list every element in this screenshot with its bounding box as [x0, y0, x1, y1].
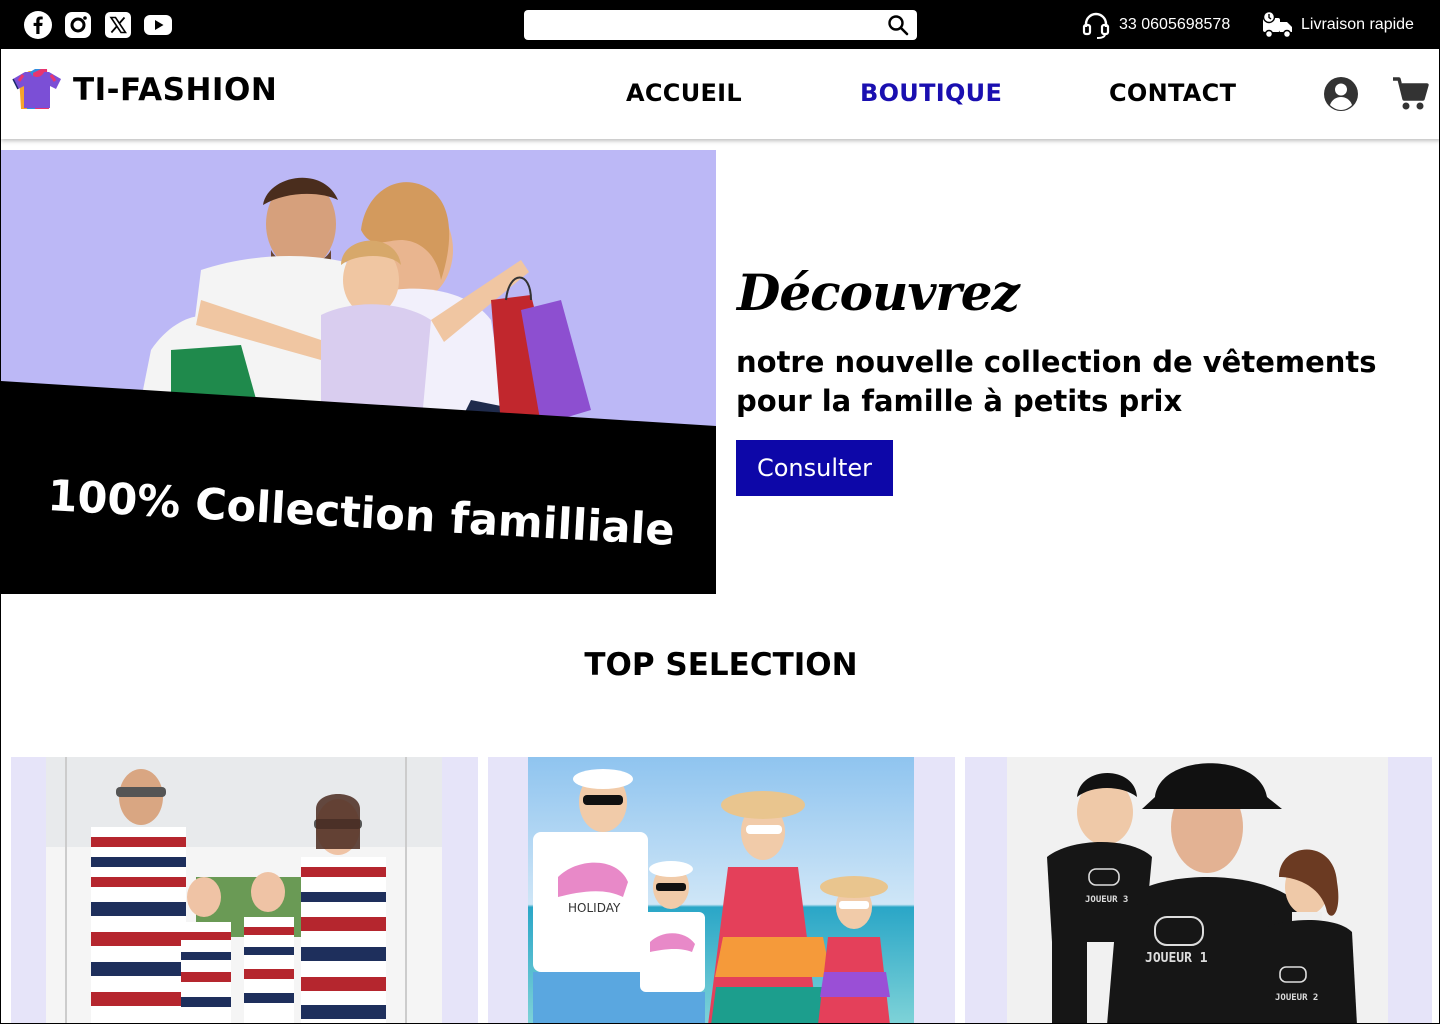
- x-icon[interactable]: [103, 10, 133, 40]
- product-photo: [46, 757, 442, 1023]
- user-account-icon[interactable]: [1323, 76, 1359, 112]
- product-card-3[interactable]: JOUEUR 1 JOUEUR 3 JOUEUR 2: [965, 757, 1432, 1023]
- instagram-icon[interactable]: [63, 10, 93, 40]
- headset-icon: [1082, 12, 1110, 39]
- brand-logo[interactable]: TI-FASHION: [11, 67, 277, 113]
- joueur-1-print: JOUEUR 1: [1145, 951, 1208, 966]
- brand-name: TI-FASHION: [73, 72, 278, 108]
- consulter-button[interactable]: Consulter: [736, 440, 893, 496]
- hero-description: notre nouvelle collection de vêtements p…: [736, 345, 1377, 418]
- facebook-icon[interactable]: [23, 10, 53, 40]
- holiday-print: HOLIDAY: [568, 901, 621, 915]
- shopping-cart-icon[interactable]: [1391, 75, 1429, 113]
- hero-script-heading: Découvrez: [737, 263, 1020, 322]
- product-photo: JOUEUR 1 JOUEUR 3 JOUEUR 2: [1007, 757, 1388, 1023]
- product-card-2[interactable]: HOLIDAY: [488, 757, 955, 1023]
- delivery-info: Livraison rapide: [1261, 9, 1414, 41]
- search-bar[interactable]: [524, 10, 917, 40]
- nav-boutique[interactable]: BOUTIQUE: [860, 79, 1002, 107]
- search-icon[interactable]: [887, 14, 909, 36]
- search-input[interactable]: [532, 14, 872, 36]
- phone-contact[interactable]: 33 0605698578: [1081, 9, 1230, 41]
- nav-contact[interactable]: CONTACT: [1109, 79, 1236, 107]
- main-nav: TI-FASHION ACCUEIL BOUTIQUE CONTACT: [1, 49, 1439, 139]
- top-bar: 33 0605698578 Livraison rapide: [1, 1, 1439, 49]
- product-card-1[interactable]: [11, 757, 478, 1023]
- nav-accueil[interactable]: ACCUEIL: [626, 79, 742, 107]
- product-photo: HOLIDAY: [528, 757, 914, 1023]
- delivery-label: Livraison rapide: [1301, 16, 1414, 33]
- section-title: TOP SELECTION: [584, 647, 858, 683]
- svg-text:JOUEUR 3: JOUEUR 3: [1085, 895, 1128, 905]
- tshirt-logo-icon: [12, 69, 61, 109]
- youtube-icon[interactable]: [143, 10, 173, 40]
- svg-text:JOUEUR 2: JOUEUR 2: [1275, 993, 1318, 1003]
- delivery-truck-icon: [1262, 10, 1292, 39]
- page: 33 0605698578 Livraison rapide TI-FASHIO…: [0, 0, 1440, 1024]
- phone-number: 33 0605698578: [1119, 16, 1231, 33]
- social-links: [23, 10, 173, 40]
